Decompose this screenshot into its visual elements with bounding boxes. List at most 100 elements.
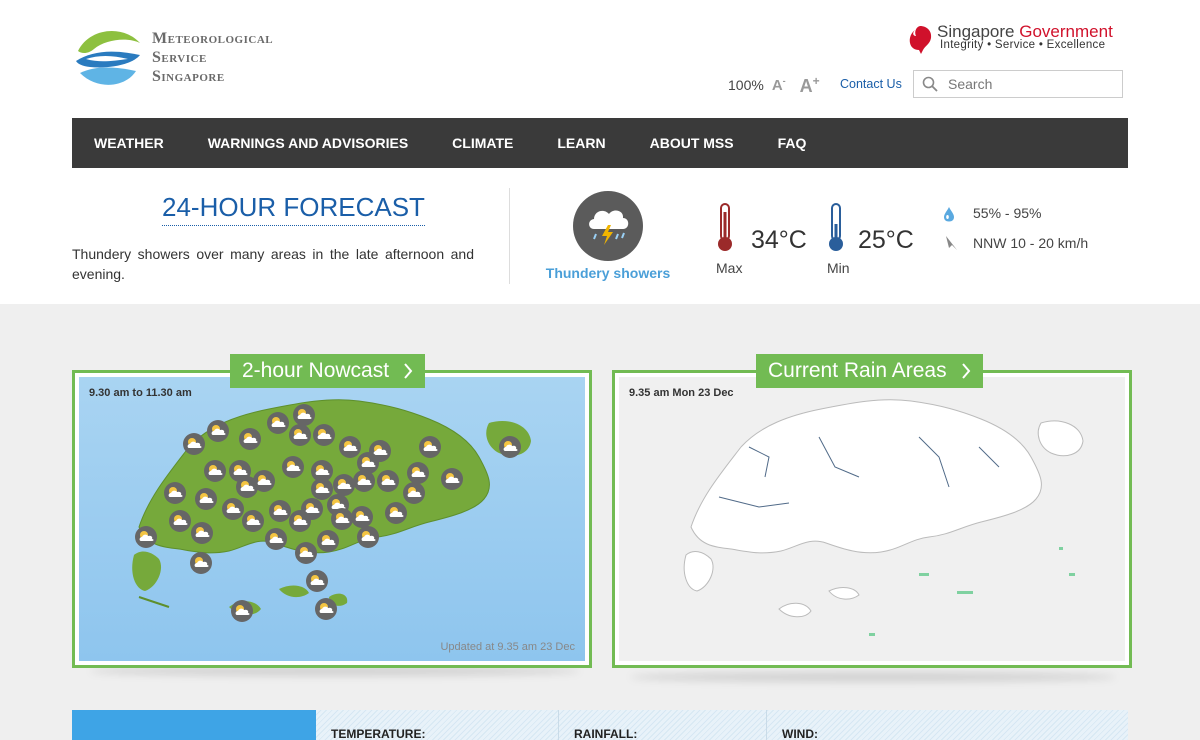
rain-map[interactable]: 9.35 am Mon 23 Dec: [619, 377, 1125, 661]
font-decrease-button[interactable]: A-: [772, 76, 786, 94]
partly-cloudy-icon[interactable]: [357, 526, 379, 548]
partly-cloudy-icon[interactable]: [351, 506, 373, 528]
zoom-level: 100%: [728, 77, 764, 93]
gov-tagline: Integrity • Service • Excellence: [940, 39, 1106, 51]
stats-bar: TEMPERATURE: RAINFALL: WIND:: [72, 710, 1128, 740]
partly-cloudy-icon[interactable]: [190, 552, 212, 574]
contact-us-link[interactable]: Contact Us: [840, 77, 902, 91]
min-temperature: 25°C: [858, 226, 914, 254]
rain-tab[interactable]: Current Rain Areas: [756, 354, 983, 388]
font-increase-label: A: [799, 75, 813, 96]
partly-cloudy-icon[interactable]: [267, 412, 289, 434]
wind-direction-icon: [946, 236, 957, 250]
partly-cloudy-icon[interactable]: [377, 470, 399, 492]
nowcast-period: 9.30 am to 11.30 am: [89, 387, 192, 399]
merlion-icon: [909, 26, 932, 54]
nav-item-weather[interactable]: WEATHER: [72, 118, 186, 168]
partly-cloudy-icon[interactable]: [204, 460, 226, 482]
mss-logo-icon: [74, 23, 142, 91]
nowcast-updated: Updated at 9.35 am 23 Dec: [440, 641, 575, 653]
max-temperature: 34°C: [751, 226, 807, 254]
thermometer-max-icon: [718, 203, 732, 251]
forecast-description: Thundery showers over many areas in the …: [72, 246, 474, 282]
nowcast-title: 2-hour Nowcast: [242, 359, 390, 382]
nav-item-faq[interactable]: FAQ: [756, 118, 829, 168]
partly-cloudy-icon[interactable]: [164, 482, 186, 504]
partly-cloudy-icon[interactable]: [195, 488, 217, 510]
search-input[interactable]: [948, 76, 1118, 92]
wind-value: NNW 10 - 20 km/h: [973, 235, 1089, 251]
nowcast-map[interactable]: 9.30 am to 11.30 am Updated at 9.35 am 2…: [79, 377, 585, 661]
partly-cloudy-icon[interactable]: [499, 436, 521, 458]
main-nav: WEATHER WARNINGS AND ADVISORIES CLIMATE …: [72, 118, 1128, 168]
partly-cloudy-icon[interactable]: [239, 428, 261, 450]
partly-cloudy-icon[interactable]: [441, 468, 463, 490]
nowcast-panel[interactable]: 9.30 am to 11.30 am Updated at 9.35 am 2…: [72, 370, 592, 668]
partly-cloudy-icon[interactable]: [313, 424, 335, 446]
stats-panel: [316, 710, 1128, 740]
humidity-drop-icon: [944, 207, 954, 222]
search-box[interactable]: [913, 70, 1123, 98]
nav-item-about[interactable]: ABOUT MSS: [628, 118, 756, 168]
stat-rainfall-label: RAINFALL:: [574, 727, 638, 740]
partly-cloudy-icon[interactable]: [191, 522, 213, 544]
partly-cloudy-icon[interactable]: [222, 498, 244, 520]
stat-divider: [558, 710, 559, 740]
logo-line-3: Singapore: [152, 67, 225, 85]
stat-temperature-label: TEMPERATURE:: [331, 727, 426, 740]
partly-cloudy-icon[interactable]: [265, 528, 287, 550]
stats-blue-block: [72, 710, 316, 740]
max-label: Max: [716, 260, 743, 276]
search-icon: [922, 76, 938, 92]
partly-cloudy-icon[interactable]: [183, 433, 205, 455]
partly-cloudy-icon[interactable]: [317, 530, 339, 552]
partly-cloudy-icon[interactable]: [207, 420, 229, 442]
partly-cloudy-icon[interactable]: [269, 500, 291, 522]
thermometer-min-icon: [829, 203, 843, 251]
humidity-value: 55% - 95%: [973, 205, 1042, 221]
partly-cloudy-icon[interactable]: [289, 424, 311, 446]
mss-logo[interactable]: Meteorological Service Singapore: [72, 20, 332, 94]
forecast-condition: Thundery showers: [545, 265, 671, 281]
logo-line-1: Meteorological: [152, 29, 274, 47]
nav-item-climate[interactable]: CLIMATE: [430, 118, 535, 168]
partly-cloudy-icon[interactable]: [385, 502, 407, 524]
partly-cloudy-icon[interactable]: [333, 474, 355, 496]
partly-cloudy-icon[interactable]: [315, 598, 337, 620]
forecast-title[interactable]: 24-HOUR FORECAST: [162, 192, 425, 226]
partly-cloudy-icon[interactable]: [331, 508, 353, 530]
partly-cloudy-icon[interactable]: [135, 526, 157, 548]
partly-cloudy-icon[interactable]: [353, 470, 375, 492]
logo-line-2: Service: [152, 48, 207, 66]
rain-title: Current Rain Areas: [768, 359, 947, 382]
rain-timestamp: 9.35 am Mon 23 Dec: [629, 387, 734, 399]
logo-wordmark: Meteorological Service Singapore: [152, 29, 273, 86]
partly-cloudy-icon[interactable]: [293, 404, 315, 426]
partly-cloudy-icon[interactable]: [282, 456, 304, 478]
stat-wind-label: WIND:: [782, 727, 818, 740]
partly-cloudy-icon[interactable]: [242, 510, 264, 532]
nav-item-learn[interactable]: LEARN: [535, 118, 627, 168]
chevron-right-icon: [404, 363, 413, 379]
accessibility-tools: 100% A- A+: [728, 72, 820, 98]
nav-item-warnings[interactable]: WARNINGS AND ADVISORIES: [186, 118, 430, 168]
singapore-government-logo[interactable]: Singapore Government Integrity • Service…: [907, 22, 1127, 56]
rain-island-map: [683, 399, 1084, 636]
partly-cloudy-icon[interactable]: [295, 542, 317, 564]
forecast-section: 24-HOUR FORECAST Thundery showers over m…: [0, 168, 1200, 304]
rain-panel[interactable]: 9.35 am Mon 23 Dec: [612, 370, 1132, 668]
site-header: Meteorological Service Singapore Singapo…: [0, 0, 1200, 118]
partly-cloudy-icon[interactable]: [403, 482, 425, 504]
nowcast-tab[interactable]: 2-hour Nowcast: [230, 354, 426, 388]
font-increase-button[interactable]: A+: [800, 74, 820, 97]
partly-cloudy-icon[interactable]: [253, 470, 275, 492]
partly-cloudy-icon[interactable]: [306, 570, 328, 592]
partly-cloudy-icon[interactable]: [169, 510, 191, 532]
partly-cloudy-icon[interactable]: [419, 436, 441, 458]
stat-divider: [766, 710, 767, 740]
forecast-divider: [509, 188, 510, 284]
thundery-showers-icon: [573, 191, 643, 261]
partly-cloudy-icon[interactable]: [407, 462, 429, 484]
partly-cloudy-icon[interactable]: [289, 510, 311, 532]
partly-cloudy-icon[interactable]: [231, 600, 253, 622]
